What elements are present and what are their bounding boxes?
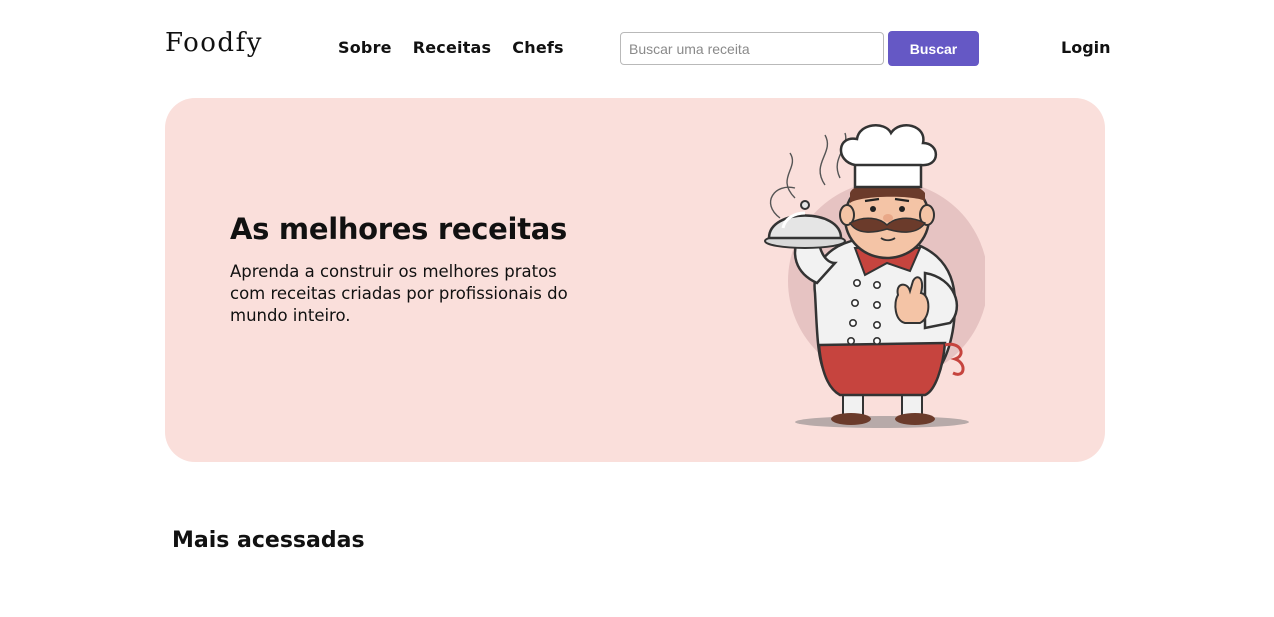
logo[interactable]: Foodfy [165, 28, 263, 58]
login-link[interactable]: Login [1061, 38, 1111, 57]
hero-description: Aprenda a construir os melhores pratos c… [230, 262, 568, 325]
section-title: Mais acessadas [172, 528, 365, 553]
search-input[interactable] [620, 32, 884, 65]
hero-title: As melhores receitas [230, 212, 567, 246]
nav-item-receitas[interactable]: Receitas [413, 38, 492, 57]
nav-item-chefs[interactable]: Chefs [512, 38, 563, 57]
search-button[interactable]: Buscar [888, 31, 979, 66]
hero-banner: As melhores receitas Aprenda a construir… [165, 98, 1105, 462]
main-nav: Sobre Receitas Chefs [338, 38, 564, 57]
chef-illustration [764, 124, 985, 428]
nav-item-sobre[interactable]: Sobre [338, 38, 392, 57]
site-header: Foodfy Sobre Receitas Chefs Buscar Login [0, 0, 1274, 97]
